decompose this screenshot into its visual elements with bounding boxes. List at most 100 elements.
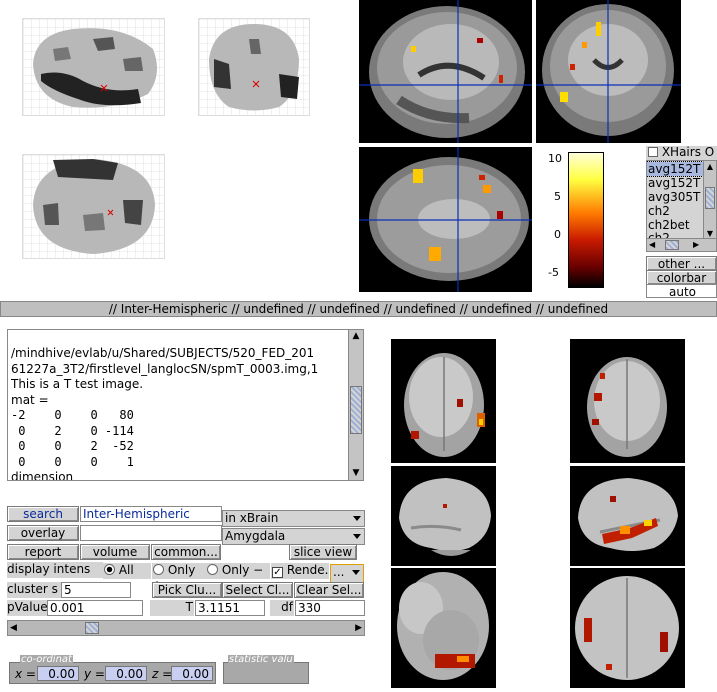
search-button[interactable]: search bbox=[7, 506, 79, 522]
threshold-slider[interactable]: ◀ ▶ bbox=[7, 620, 365, 636]
render-view-front[interactable] bbox=[391, 339, 496, 463]
xhairs-toggle[interactable]: XHairs O bbox=[646, 146, 717, 160]
info-vertical-scrollbar[interactable]: ▲ ▼ bbox=[348, 330, 363, 480]
df-label: df bbox=[270, 600, 294, 616]
t-threshold-input[interactable]: 3.1151 bbox=[195, 600, 265, 616]
chevron-down-icon bbox=[353, 516, 361, 521]
cluster-size-label: cluster s bbox=[7, 582, 61, 598]
info-line: 61227a_3T2/firstlevel_langlocSN/spmT_000… bbox=[11, 361, 319, 376]
radio-only-positive-indicator[interactable] bbox=[153, 564, 164, 575]
radio-all-label: All bbox=[118, 563, 134, 577]
pvalue-label: pValue bbox=[7, 600, 47, 616]
y-label: y = bbox=[84, 667, 105, 681]
overlay-input[interactable] bbox=[80, 525, 222, 541]
render-view-back[interactable] bbox=[570, 339, 685, 463]
colorbar-tick: 10 bbox=[548, 152, 562, 165]
slider-left-arrow-icon[interactable]: ◀ bbox=[10, 621, 17, 636]
statistic-value-label: statistic valu bbox=[228, 654, 294, 665]
x-label: x = bbox=[15, 667, 36, 681]
radio-only-negative[interactable]: Only − bbox=[206, 563, 270, 579]
slider-thumb[interactable] bbox=[84, 622, 99, 634]
display-intensity-label: display intens bbox=[7, 562, 103, 578]
slice-view-button[interactable]: slice view bbox=[289, 544, 357, 560]
scroll-left-arrow-icon[interactable]: ◀ bbox=[649, 239, 655, 251]
sagittal-slice-view[interactable] bbox=[359, 0, 532, 143]
scroll-up-arrow-icon[interactable]: ▲ bbox=[704, 161, 716, 172]
list-vertical-scrollbar[interactable]: ▲ ▼ bbox=[703, 161, 716, 239]
t-threshold-label: T bbox=[150, 600, 194, 616]
search-input[interactable]: Inter-Hemispheric bbox=[80, 506, 222, 522]
colorbar-tick: 5 bbox=[554, 190, 561, 203]
overlay-button[interactable]: overlay bbox=[7, 525, 79, 541]
radio-all-indicator[interactable] bbox=[104, 564, 115, 575]
cluster-size-input[interactable]: 5 bbox=[61, 582, 131, 598]
radio-all[interactable]: All bbox=[103, 563, 151, 579]
df-input[interactable]: 330 bbox=[295, 600, 365, 616]
colorbar-ticks: 10 5 0 -5 bbox=[548, 152, 566, 288]
z-coordinate-input[interactable]: 0.00 bbox=[171, 666, 213, 681]
info-line: /mindhive/evlab/u/Shared/SUBJECTS/520_FE… bbox=[11, 346, 315, 360]
radio-only-negative-indicator[interactable] bbox=[207, 564, 218, 575]
scroll-thumb[interactable] bbox=[350, 386, 362, 434]
report-button[interactable]: report bbox=[7, 544, 79, 560]
volume-button[interactable]: volume bbox=[80, 544, 150, 560]
slider-right-arrow-icon[interactable]: ▶ bbox=[355, 621, 362, 636]
clear-selection-button[interactable]: Clear Sel... bbox=[294, 582, 364, 598]
axial-slice-view[interactable] bbox=[359, 147, 532, 292]
info-line: This is a T test image. bbox=[11, 377, 144, 391]
info-line: 0 0 0 1 bbox=[11, 454, 134, 469]
other-button[interactable]: other ... bbox=[646, 256, 717, 271]
glass-brain-axial[interactable] bbox=[22, 154, 165, 259]
atlas-select[interactable]: in xBrain bbox=[222, 510, 365, 527]
render-checkbox[interactable]: ✓ Rende... bbox=[271, 563, 329, 579]
checkmark-icon[interactable]: ✓ bbox=[272, 567, 283, 578]
scroll-down-arrow-icon[interactable]: ▼ bbox=[349, 467, 363, 480]
list-horizontal-scrollbar[interactable]: ◀ ▶ bbox=[647, 238, 716, 251]
render-view-top[interactable] bbox=[570, 568, 685, 688]
atlas-select-value: in xBrain bbox=[225, 511, 279, 525]
chevron-down-icon bbox=[352, 570, 360, 575]
list-item[interactable]: ch2bet bbox=[647, 218, 703, 232]
info-line: -2 0 0 80 bbox=[11, 408, 134, 422]
radio-only-positive[interactable]: Only + bbox=[152, 563, 206, 592]
glass-brain-coronal[interactable] bbox=[198, 18, 310, 116]
common-button[interactable]: common... bbox=[151, 544, 221, 560]
select-cluster-button[interactable]: Select Cl... bbox=[222, 582, 293, 598]
scroll-thumb[interactable] bbox=[665, 240, 679, 250]
list-item[interactable]: avg305T bbox=[647, 190, 703, 204]
colorbar-tick: -5 bbox=[548, 266, 559, 279]
xhairs-label: XHairs O bbox=[661, 145, 715, 159]
info-line: 0 2 0 -114 bbox=[11, 423, 134, 438]
chevron-down-icon bbox=[353, 534, 361, 539]
scroll-up-arrow-icon[interactable]: ▲ bbox=[349, 330, 363, 343]
coronal-slice-view[interactable] bbox=[536, 0, 681, 143]
render-view-right[interactable] bbox=[570, 466, 685, 566]
info-line: mat = bbox=[11, 392, 49, 407]
colorbar-auto-field[interactable]: auto bbox=[646, 284, 717, 298]
render-options-select[interactable]: ... bbox=[330, 564, 364, 583]
y-coordinate-input[interactable]: 0.00 bbox=[105, 666, 147, 681]
overlay-select-value: Amygdala bbox=[225, 529, 286, 543]
image-info-textbox[interactable]: /mindhive/evlab/u/Shared/SUBJECTS/520_FE… bbox=[7, 329, 364, 481]
render-view-left[interactable] bbox=[391, 466, 496, 566]
xhairs-checkbox[interactable] bbox=[648, 147, 658, 157]
scroll-right-arrow-icon[interactable]: ▶ bbox=[693, 239, 699, 251]
render-view-bottom[interactable] bbox=[391, 568, 496, 688]
info-line: dimension bbox=[11, 470, 74, 481]
pick-cluster-button[interactable]: Pick Clu... bbox=[152, 582, 222, 598]
info-line: 0 0 2 -52 bbox=[11, 439, 134, 453]
coordinates-panel-label: co-ordinat bbox=[20, 654, 73, 665]
list-item[interactable]: avg152T bbox=[647, 176, 703, 190]
list-item[interactable]: avg152T bbox=[647, 161, 704, 177]
glass-brain-sagittal[interactable] bbox=[22, 18, 165, 116]
list-item[interactable]: ch2 bbox=[647, 204, 703, 218]
overlay-select[interactable]: Amygdala bbox=[222, 528, 365, 545]
x-coordinate-input[interactable]: 0.00 bbox=[37, 666, 79, 681]
region-title-bar: // Inter-Hemispheric // undefined // und… bbox=[0, 301, 717, 317]
scroll-thumb[interactable] bbox=[705, 187, 715, 209]
render-options-value: ... bbox=[333, 565, 345, 579]
pvalue-input[interactable]: 0.001 bbox=[47, 600, 143, 616]
coordinates-panel: co-ordinat x = 0.00 y = 0.00 z = 0.00 bbox=[9, 655, 216, 684]
colorbar-button[interactable]: colorbar bbox=[646, 270, 717, 285]
template-image-list[interactable]: avg152T avg152T avg305T ch2 ch2bet ch2..… bbox=[646, 160, 717, 252]
